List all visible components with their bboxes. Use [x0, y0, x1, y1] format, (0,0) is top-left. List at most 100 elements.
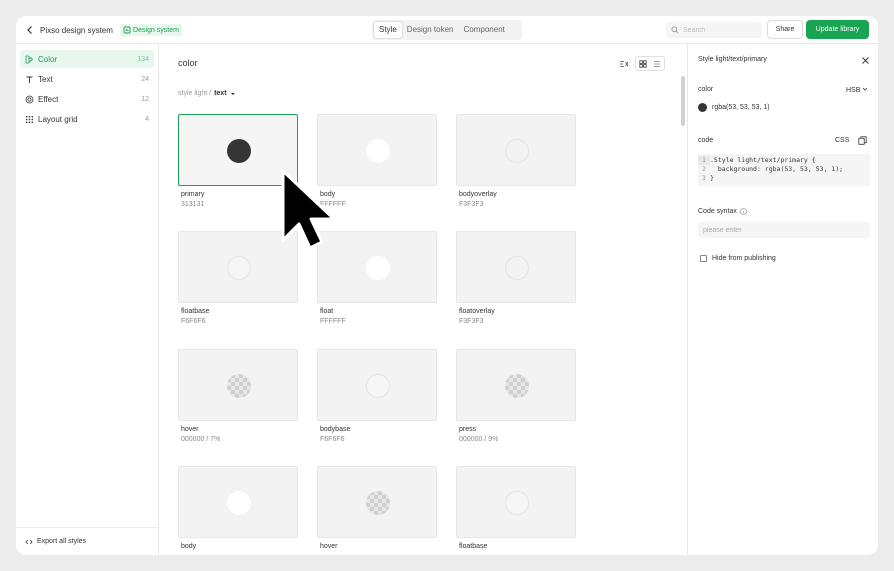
style-detail-panel: Style light/text/primary color HSB rgba(… [687, 44, 878, 555]
code-syntax-input[interactable] [703, 226, 863, 234]
breadcrumb-prefix: style light / [178, 90, 212, 97]
style-name: floatoverlay [459, 308, 495, 315]
view-controls [617, 56, 665, 71]
style-card[interactable]: hover [317, 466, 437, 553]
breadcrumb-current[interactable]: text [214, 90, 226, 98]
info-icon[interactable] [740, 208, 747, 215]
style-card[interactable]: floatbase [456, 466, 576, 553]
style-card[interactable]: bodyoverlay F3F3F3 [456, 114, 576, 208]
design-system-badge: Design system [120, 24, 182, 36]
grid-view-icon[interactable] [636, 57, 650, 70]
color-swatch [227, 374, 251, 398]
style-value: F6F6F6 [320, 436, 345, 443]
library-icon [123, 26, 131, 34]
code-line: 1 .Style light/text/primary { [698, 156, 870, 165]
caret-down-icon[interactable] [230, 90, 236, 98]
code-syntax-field[interactable] [698, 222, 870, 238]
color-swatch [505, 491, 529, 515]
color-swatch [366, 491, 390, 515]
color-swatch [505, 256, 529, 280]
mouse-cursor-icon [281, 169, 336, 250]
sidebar-item-color[interactable]: Color 134 [20, 50, 154, 68]
sidebar: Color 134 Text 24 Effect 12 Layout grid … [16, 44, 159, 555]
style-value: F6F6F6 [181, 318, 206, 325]
view-tabs: Style Design token Component [372, 20, 522, 40]
color-palette-icon [25, 55, 34, 64]
search-icon [671, 26, 679, 34]
sidebar-item-effect[interactable]: Effect 12 [20, 90, 154, 108]
style-name: floatbase [181, 308, 210, 315]
scrollbar[interactable] [681, 76, 685, 126]
style-thumbnail [456, 466, 576, 538]
badge-label: Design system [133, 26, 179, 34]
sort-icon[interactable] [617, 57, 631, 70]
style-name: hover [320, 543, 338, 550]
color-mode-select[interactable]: HSB [846, 86, 868, 94]
tab-component[interactable]: Component [459, 22, 510, 38]
style-value: FFFFFF [320, 318, 346, 325]
color-swatch [366, 374, 390, 398]
code-language[interactable]: CSS [835, 137, 849, 144]
style-thumbnail [317, 349, 437, 421]
app-window: Pixso design system Design system Style … [16, 16, 878, 555]
panel-title: Style light/text/primary [698, 56, 767, 63]
color-swatch[interactable] [698, 103, 707, 112]
code-syntax-label: Code syntax [698, 208, 737, 215]
chevron-down-icon [863, 87, 868, 91]
line-number: 3 [702, 174, 706, 182]
list-view-icon[interactable] [650, 57, 664, 70]
style-thumbnail [456, 231, 576, 303]
style-name: float [320, 308, 334, 315]
sidebar-item-count: 12 [141, 95, 149, 103]
layout-grid-icon [25, 115, 34, 124]
style-name: hover [181, 426, 199, 433]
sidebar-item-text[interactable]: Text 24 [20, 70, 154, 88]
style-thumbnail [456, 349, 576, 421]
text-icon [25, 75, 34, 84]
update-library-button[interactable]: Update library [806, 20, 869, 39]
style-card[interactable]: press 000000 / 9% [456, 349, 576, 443]
sidebar-item-layout-grid[interactable]: Layout grid 4 [20, 110, 154, 128]
export-label: Export all styles [37, 538, 87, 545]
style-name: bodybase [320, 426, 351, 433]
style-name: press [459, 426, 477, 433]
back-arrow-icon[interactable] [24, 24, 36, 36]
style-card[interactable]: body [178, 466, 298, 553]
color-swatch [227, 491, 251, 515]
copy-icon[interactable] [858, 136, 867, 145]
sidebar-item-count: 24 [141, 75, 149, 83]
sidebar-item-label: Color [38, 54, 58, 64]
style-card[interactable]: bodybase F6F6F6 [317, 349, 437, 443]
color-swatch [227, 256, 251, 280]
color-swatch [366, 256, 390, 280]
hide-label: Hide from publishing [712, 255, 776, 262]
tab-style[interactable]: Style [374, 22, 402, 38]
close-icon[interactable] [861, 56, 870, 65]
sidebar-item-count: 4 [145, 115, 149, 123]
sidebar-item-label: Layout grid [38, 114, 78, 124]
code-label: code [698, 137, 714, 144]
code-line: 2 background: rgba(53, 53, 53, 1); [698, 165, 870, 174]
code-text: .Style light/text/primary { [710, 156, 816, 164]
code-block: 1 .Style light/text/primary { 2 backgroun… [698, 154, 870, 186]
style-thumbnail [178, 466, 298, 538]
style-card[interactable]: hover 000000 / 7% [178, 349, 298, 443]
hide-from-publishing-checkbox[interactable]: Hide from publishing [700, 255, 776, 262]
color-mode-value: HSB [846, 87, 861, 94]
line-number: 2 [702, 165, 706, 173]
code-line: 3} [698, 174, 870, 183]
export-all-styles-button[interactable]: Export all styles [16, 527, 159, 555]
tab-design-token[interactable]: Design token [402, 22, 459, 38]
style-value: F3F3F3 [459, 318, 484, 325]
style-value: 000000 / 7% [181, 436, 221, 443]
top-bar: Pixso design system Design system Style … [16, 16, 878, 44]
checkbox-box[interactable] [700, 255, 707, 262]
app-title: Pixso design system [40, 26, 113, 35]
share-button[interactable]: Share [767, 20, 803, 39]
style-card[interactable]: floatoverlay F3F3F3 [456, 231, 576, 325]
sidebar-item-label: Text [38, 74, 53, 84]
color-swatch [227, 139, 251, 163]
search-input[interactable] [683, 26, 753, 34]
style-name: bodyoverlay [459, 191, 497, 198]
search-box[interactable] [666, 22, 762, 38]
